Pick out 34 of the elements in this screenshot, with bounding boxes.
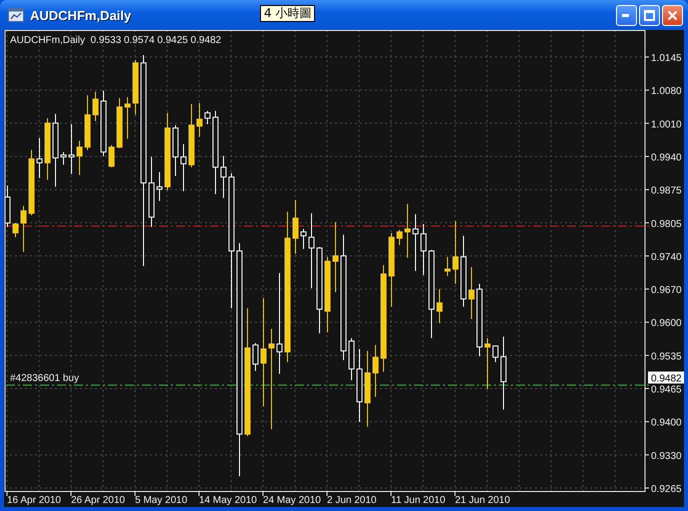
chart-header: AUDCHFm,Daily 0.9533 0.9574 0.9425 0.9482 (10, 35, 222, 46)
price-axis-label: 0.9740 (651, 252, 682, 263)
price-axis-label: 1.0080 (651, 86, 682, 98)
price-axis-label: 0.9600 (651, 318, 682, 330)
price-axis-label: 0.9265 (651, 484, 682, 495)
price-axis-label: 0.9670 (651, 285, 682, 296)
order-label: #42836601 buy (10, 373, 79, 384)
minimize-button[interactable] (616, 4, 637, 26)
price-axis-label: 0.9875 (651, 186, 682, 197)
price-axis-label: 0.9940 (651, 152, 682, 164)
date-axis-label: 16 Apr 2010 (7, 495, 61, 506)
tooltip: 4 小時圖 (260, 5, 316, 22)
chart-window-icon (8, 7, 24, 23)
close-button[interactable] (662, 4, 683, 26)
price-axis-label: 1.0145 (651, 53, 682, 64)
price-axis-label: 0.9330 (651, 450, 682, 462)
minimize-icon (622, 14, 631, 16)
price-axis-label: 0.9465 (651, 384, 682, 396)
date-axis-label: 21 Jun 2010 (455, 495, 510, 506)
date-axis-label: 11 Jun 2010 (391, 495, 446, 506)
price-axis-label: 0.9805 (651, 218, 682, 230)
price-axis-label: 0.9400 (651, 418, 682, 429)
close-icon (667, 10, 678, 20)
date-axis-label: 14 May 2010 (199, 495, 257, 506)
date-axis-label: 24 May 2010 (263, 495, 321, 506)
window-title: AUDCHFm,Daily (30, 8, 132, 22)
date-axis-label: 26 Apr 2010 (71, 495, 125, 506)
current-price-tag: 0.9482 (648, 372, 684, 385)
date-axis-label: 5 May 2010 (135, 495, 188, 506)
date-axis-label: 2 Jun 2010 (327, 495, 376, 506)
maximize-icon (644, 10, 655, 20)
price-axis-label: 1.0010 (651, 119, 682, 130)
price-axis-label: 0.9535 (651, 351, 682, 362)
maximize-button[interactable] (639, 4, 660, 26)
